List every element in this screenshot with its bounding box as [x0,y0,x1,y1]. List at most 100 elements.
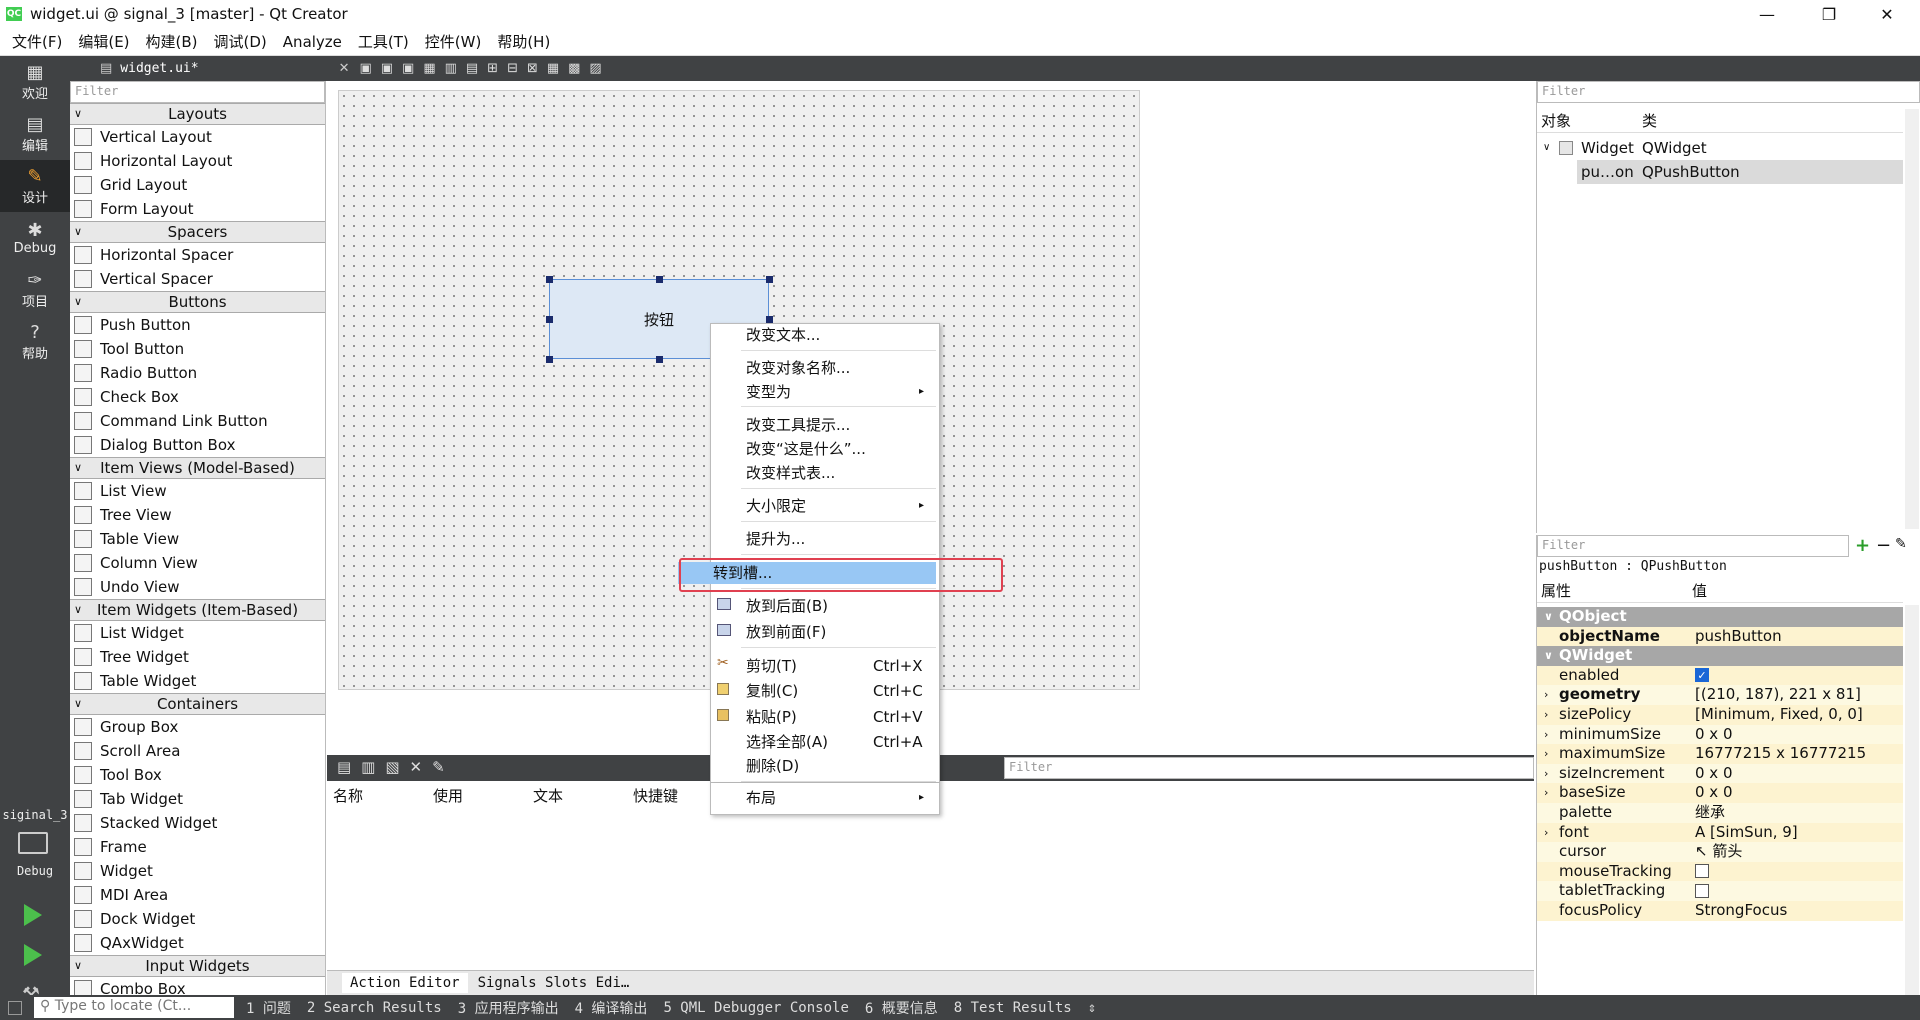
debug-run-icon[interactable] [24,944,42,966]
widget-box-item[interactable]: Radio Button [70,361,325,385]
collapse-arrow-icon[interactable]: ∨ [1544,607,1553,627]
property-row[interactable]: › sizePolicy [Minimum, Fixed, 0, 0] [1537,705,1903,725]
menu-file[interactable]: 文件(F) [4,31,70,52]
sidebar-toggle-icon[interactable] [8,1000,22,1015]
menu-change-stylesheet[interactable]: 改变样式表... [746,462,835,484]
widget-box-item[interactable]: Vertical Spacer [70,267,325,291]
monitor-icon[interactable] [18,832,48,854]
menu-build[interactable]: 构建(B) [138,31,206,52]
widget-box-item[interactable]: List Widget [70,621,325,645]
widget-box-item[interactable]: Table Widget [70,669,325,693]
widget-box-item[interactable]: Dialog Button Box [70,433,325,457]
maximize-button[interactable]: ❐ [1800,0,1858,28]
widget-box-item[interactable]: List View [70,479,325,503]
collapse-arrow-icon[interactable]: ∨ [74,292,82,312]
object-inspector-scrollbar[interactable] [1905,109,1919,529]
expand-arrow-icon[interactable]: › [1544,764,1548,784]
widget-category-header[interactable]: ∨ Input Widgets [70,955,325,977]
property-row[interactable]: › maximumSize 16777215 x 16777215 [1537,744,1903,764]
widget-box-item[interactable]: Stacked Widget [70,811,325,835]
widget-box-item[interactable]: Scroll Area [70,739,325,763]
widget-box-item[interactable]: Frame [70,835,325,859]
menu-change-whats-this[interactable]: 改变“这是什么”... [746,438,866,460]
widget-box-item[interactable]: Vertical Layout [70,125,325,149]
widget-box-item[interactable]: Tree Widget [70,645,325,669]
collapse-arrow-icon[interactable]: ∨ [74,956,82,976]
widget-box-item[interactable]: MDI Area [70,883,325,907]
property-value[interactable]: StrongFocus [1689,901,1903,925]
menu-debug[interactable]: 调试(D) [206,31,275,52]
widget-box-item[interactable]: Tool Button [70,337,325,361]
widget-box-item[interactable]: Tree View [70,503,325,527]
menu-change-tooltip[interactable]: 改变工具提示... [746,414,850,436]
menu-promote-to[interactable]: 提升为... [746,528,805,550]
property-filter-input[interactable]: Filter [1537,535,1849,557]
property-row[interactable]: › font A [SimSun, 9] [1537,822,1903,843]
widget-category-header[interactable]: ∨ Item Views (Model-Based) [70,457,325,479]
pane-issues[interactable]: 1 问题 [246,998,291,1018]
property-row[interactable]: focusPolicy StrongFocus [1537,901,1903,921]
expand-arrow-icon[interactable]: › [1544,725,1548,745]
menu-cut[interactable]: 剪切(T) [746,655,797,677]
resize-handle[interactable] [766,276,773,283]
open-document-name[interactable]: widget.ui* [120,61,198,76]
collapse-arrow-icon[interactable]: ∨ [74,600,82,620]
widget-category-header[interactable]: ∨ Containers [70,693,325,715]
resize-handle[interactable] [766,316,773,323]
tab-signals-slots[interactable]: Signals Slots Edi… [478,975,630,991]
expand-arrow-icon[interactable]: › [1544,744,1548,764]
property-row[interactable]: tabletTracking [1537,881,1903,901]
property-row[interactable]: enabled ✓ [1537,665,1903,686]
pane-general-messages[interactable]: 6 概要信息 [865,998,938,1018]
widget-box-item[interactable]: Horizontal Layout [70,149,325,173]
mode-welcome[interactable]: ▦ 欢迎 [0,56,70,108]
collapse-arrow-icon[interactable]: ∨ [74,104,82,124]
collapse-arrow-icon[interactable]: ∨ [74,694,82,714]
tree-row-pushbutton[interactable]: pu…on QPushButton [1577,160,1903,184]
mode-help[interactable]: ? 帮助 [0,316,70,368]
property-group-header[interactable]: ∨ QObject [1537,607,1903,627]
resize-handle[interactable] [546,356,553,363]
widget-box-item[interactable]: QAxWidget [70,931,325,955]
resize-handle[interactable] [656,356,663,363]
pane-compile-output[interactable]: 4 编译输出 [575,998,648,1018]
menu-tools[interactable]: 工具(T) [350,31,417,52]
remove-property-icon[interactable]: − [1876,535,1891,556]
resize-handle[interactable] [656,276,663,283]
expand-arrow-icon[interactable]: › [1544,685,1548,705]
property-row[interactable]: › geometry [(210, 187), 221 x 81] [1537,685,1903,705]
tab-action-editor[interactable]: Action Editor [342,973,468,993]
widget-box-item[interactable]: Dock Widget [70,907,325,931]
property-scrollbar[interactable] [1905,605,1919,995]
property-row[interactable]: › sizeIncrement 0 x 0 [1537,763,1903,784]
menu-copy[interactable]: 复制(C) [746,680,798,702]
mode-design[interactable]: ✎ 设计 [0,160,70,212]
form-editor-tool-icons[interactable]: ▣▣▣▦▥▤⊞⊟⊠▦▩▨ [359,61,610,76]
widget-box-item[interactable]: Horizontal Spacer [70,243,325,267]
menu-send-to-back[interactable]: 放到后面(B) [746,595,828,617]
property-row[interactable]: › baseSize 0 x 0 [1537,783,1903,803]
minimize-button[interactable]: — [1738,0,1796,28]
widget-box-filter[interactable]: Filter [70,81,325,103]
widget-box-item[interactable]: Widget [70,859,325,883]
pane-search-results[interactable]: 2 Search Results [307,1000,442,1016]
tree-row-widget[interactable]: ∨ Widget QWidget [1537,136,1903,160]
menu-delete[interactable]: 删除(D) [746,755,799,777]
close-document-icon[interactable]: ✕ [339,61,350,76]
widget-category-header[interactable]: ∨ Item Widgets (Item-Based) [70,599,325,621]
run-icon[interactable] [24,904,42,926]
menu-morph-into[interactable]: 变型为 [746,381,791,403]
menu-layout[interactable]: 布局 [746,787,776,809]
checkbox[interactable]: ✓ [1695,668,1709,683]
widget-box-item[interactable]: Tab Widget [70,787,325,811]
mode-edit[interactable]: ▤ 编辑 [0,108,70,160]
widget-box-item[interactable]: Grid Layout [70,173,325,197]
add-property-icon[interactable]: + [1855,535,1870,556]
expand-arrow-icon[interactable]: › [1544,823,1548,843]
widget-box-item[interactable]: Form Layout [70,197,325,221]
collapse-arrow-icon[interactable]: ∨ [74,222,82,242]
widget-category-header[interactable]: ∨ Buttons [70,291,325,313]
locate-input[interactable]: ⚲ Type to locate (Ct... [34,997,234,1018]
property-group-header[interactable]: ∨ QWidget [1537,646,1903,666]
action-filter-input[interactable]: Filter [1004,757,1534,779]
